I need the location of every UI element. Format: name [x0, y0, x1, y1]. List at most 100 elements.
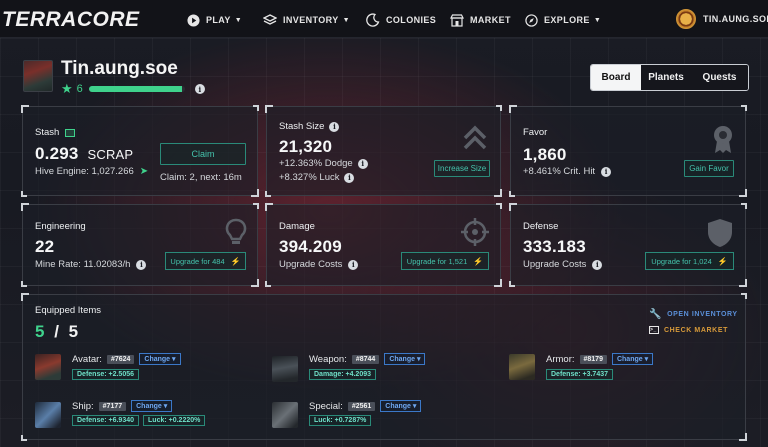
- tab-quests[interactable]: Quests: [691, 65, 748, 90]
- damage-label: Damage: [279, 221, 315, 232]
- crit-stat: +8.461% Crit. Hit i: [523, 166, 612, 177]
- award-icon: [714, 126, 732, 153]
- engineering-card: Engineering 22 Mine Rate: 11.02083/h i U…: [21, 203, 259, 287]
- bolt-icon: ⚡: [230, 256, 241, 266]
- equipped-count: 5 / 5: [35, 322, 79, 341]
- info-icon[interactable]: i: [329, 121, 340, 132]
- stat-badge: Damage: +4.2093: [309, 369, 377, 380]
- terminal-icon: >_: [649, 326, 659, 334]
- double-chevron-up-icon: [463, 125, 487, 150]
- special-stats: Luck: +0.7287%: [309, 415, 375, 426]
- lightbulb-icon: [225, 218, 247, 244]
- favor-label: Favor: [523, 127, 548, 138]
- damage-upgrade-costs: Upgrade Costs i: [279, 259, 359, 270]
- item-id-badge: #2561: [347, 401, 376, 411]
- hive-engine-balance: Hive Engine: 1,027.266 ➤: [35, 166, 149, 177]
- chevron-down-icon: ▼: [593, 16, 602, 24]
- engineering-label: Engineering: [35, 221, 86, 232]
- gain-favor-button[interactable]: Gain Favor: [684, 160, 734, 177]
- store-icon: [450, 13, 464, 27]
- bolt-icon: ⚡: [473, 256, 484, 266]
- bolt-icon: ⚡: [717, 256, 728, 266]
- moon-icon: [366, 13, 380, 27]
- stash-size-value: 21,320: [279, 137, 333, 156]
- info-icon[interactable]: i: [601, 166, 612, 177]
- increase-size-button[interactable]: Increase Size: [434, 160, 490, 177]
- nav-explore-label: EXPLORE: [544, 15, 590, 25]
- defense-label: Defense: [523, 221, 559, 232]
- app-logo[interactable]: TERRACORE: [2, 8, 140, 32]
- change-special-button[interactable]: Change ▾: [380, 400, 422, 412]
- weapon-item-image[interactable]: [272, 356, 298, 382]
- claim-info: Claim: 2, next: 16m: [160, 172, 242, 183]
- user-avatar: [676, 9, 696, 29]
- nav-explore[interactable]: EXPLORE ▼: [524, 12, 601, 28]
- level-row: ★ 6 i: [61, 81, 205, 97]
- tab-board[interactable]: Board: [591, 65, 641, 90]
- page-title: Tin.aung.soe: [61, 58, 178, 79]
- favor-card: Favor 1,860 +8.461% Crit. Hit i Gain Fav…: [509, 105, 747, 197]
- info-icon[interactable]: i: [136, 259, 147, 270]
- defense-upgrade-costs: Upgrade Costs i: [523, 259, 603, 270]
- change-armor-button[interactable]: Change ▾: [611, 353, 654, 365]
- favor-value: 1,860: [523, 145, 567, 164]
- info-icon[interactable]: i: [194, 84, 205, 94]
- xp-progress-bar: [88, 86, 185, 92]
- change-ship-button[interactable]: Change ▾: [131, 400, 173, 412]
- crosshair-icon: [461, 218, 489, 246]
- defense-value: 333.183: [523, 237, 586, 256]
- ship-item-image[interactable]: [35, 402, 61, 428]
- stash-card: Stash 0.293 SCRAP Hive Engine: 1,027.266…: [21, 105, 259, 197]
- level-number: 6: [76, 83, 83, 95]
- avatar-stats: Defense: +2.5056: [72, 369, 143, 380]
- nav-colonies-label: COLONIES: [386, 15, 437, 25]
- inventory-icon: [263, 13, 277, 27]
- top-nav: TERRACORE PLAY ▼ INVENTORY ▼ COLONIES MA…: [0, 0, 768, 38]
- equipped-items-title: Equipped Items: [35, 305, 102, 316]
- nav-market-label: MARKET: [470, 15, 511, 25]
- nav-inventory[interactable]: INVENTORY ▼: [263, 12, 350, 28]
- nav-play-label: PLAY: [206, 15, 231, 25]
- wallet-icon: [65, 128, 76, 137]
- item-id-badge: #7624: [106, 354, 135, 364]
- open-inventory-link[interactable]: 🔧 OPEN INVENTORY: [649, 309, 738, 320]
- send-icon[interactable]: ➤: [140, 166, 148, 177]
- stash-size-label: Stash Size i: [279, 121, 340, 132]
- stat-badge: Defense: +6.9340: [72, 415, 140, 426]
- compass-icon: [524, 13, 538, 27]
- upgrade-engineering-button[interactable]: Upgrade for 484 ⚡: [165, 252, 246, 270]
- claim-button[interactable]: Claim: [160, 143, 246, 165]
- info-icon[interactable]: i: [348, 259, 359, 270]
- upgrade-defense-button[interactable]: Upgrade for 1,024 ⚡: [645, 252, 734, 270]
- luck-stat: +8.327% Luck i: [279, 172, 355, 183]
- armor-stats: Defense: +3.7437: [546, 369, 617, 380]
- armor-item-image[interactable]: [509, 354, 535, 380]
- info-icon[interactable]: i: [344, 172, 355, 183]
- star-icon: ★: [61, 81, 73, 96]
- special-item-image[interactable]: [272, 402, 298, 428]
- info-icon[interactable]: i: [357, 158, 368, 169]
- upgrade-damage-button[interactable]: Upgrade for 1,521 ⚡: [401, 252, 489, 270]
- user-menu[interactable]: TIN.AUNG.SOE ▼: [676, 9, 768, 29]
- change-avatar-button[interactable]: Change ▾: [139, 353, 181, 365]
- equip-slot-avatar: Avatar: #7624 Change ▾: [72, 353, 181, 365]
- stat-badge: Defense: +3.7437: [546, 369, 614, 380]
- tab-planets[interactable]: Planets: [641, 65, 691, 90]
- view-tabs: Board Planets Quests: [590, 64, 749, 91]
- equip-slot-special: Special: #2561 Change ▾: [309, 400, 422, 412]
- nav-play[interactable]: PLAY ▼: [186, 12, 242, 28]
- nav-market[interactable]: MARKET: [450, 12, 511, 28]
- change-weapon-button[interactable]: Change ▾: [384, 353, 426, 365]
- weapon-stats: Damage: +4.2093: [309, 369, 380, 380]
- user-menu-label: TIN.AUNG.SOE: [703, 14, 768, 24]
- chevron-down-icon: ▼: [342, 16, 350, 24]
- chevron-down-icon: ▼: [234, 16, 243, 24]
- stat-badge: Defense: +2.5056: [72, 369, 140, 380]
- nav-colonies[interactable]: COLONIES: [366, 12, 436, 28]
- check-market-link[interactable]: >_ CHECK MARKET: [649, 326, 728, 334]
- damage-value: 394.209: [279, 237, 342, 256]
- stat-badge: Luck: +0.7287%: [309, 415, 372, 426]
- avatar-item-image[interactable]: [35, 354, 61, 380]
- info-icon[interactable]: i: [592, 259, 603, 270]
- xp-progress-fill: [88, 86, 182, 92]
